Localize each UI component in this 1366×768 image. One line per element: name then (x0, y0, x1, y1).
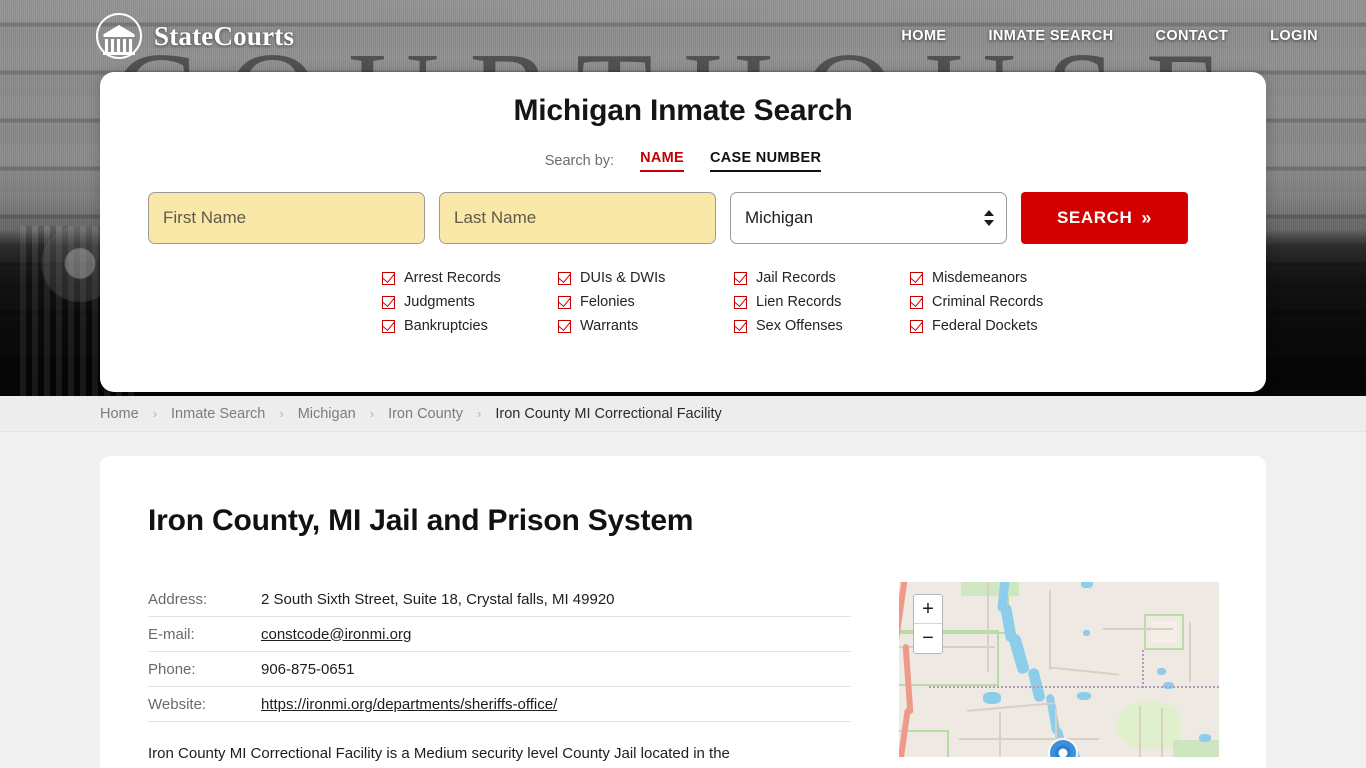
page-body: Iron County, MI Jail and Prison System A… (0, 432, 1366, 768)
state-select[interactable]: Michigan (730, 192, 1007, 244)
checkbox-item[interactable]: Sex Offenses (734, 314, 910, 338)
checkbox-label: Bankruptcies (404, 318, 488, 334)
facility-details-and-map: Address: 2 South Sixth Street, Suite 18,… (148, 582, 1219, 765)
checkbox-label: Lien Records (756, 294, 842, 310)
brand-name: StateCourts (154, 20, 295, 51)
nav-item-inmate-search[interactable]: INMATE SEARCH (989, 28, 1114, 44)
checked-box-icon (910, 319, 923, 333)
checkbox-item[interactable]: Warrants (558, 314, 734, 338)
nav-item-home[interactable]: HOME (901, 28, 946, 44)
checked-box-icon (558, 295, 571, 309)
main-nav: HOME INMATE SEARCH CONTACT LOGIN (901, 28, 1318, 44)
checkbox-label: Felonies (580, 294, 635, 310)
row-value-address: 2 South Sixth Street, Suite 18, Crystal … (261, 590, 615, 608)
checked-box-icon (558, 271, 571, 285)
breadcrumb-item-current: Iron County MI Correctional Facility (495, 405, 722, 422)
top-navigation-bar: StateCourts HOME INMATE SEARCH CONTACT L… (0, 0, 1366, 72)
row-label: E-mail: (148, 625, 195, 643)
search-by-label: Search by: (544, 153, 615, 169)
page-title: Iron County, MI Jail and Prison System (148, 504, 694, 537)
checked-box-icon (558, 319, 571, 333)
checked-box-icon (734, 319, 747, 333)
checked-box-icon (382, 271, 395, 285)
checkbox-label: DUIs & DWIs (580, 270, 666, 286)
checkbox-label: Sex Offenses (756, 318, 843, 334)
search-by-tabs: Search by: NAME CASE NUMBER (100, 150, 1266, 172)
last-name-input[interactable] (439, 192, 716, 244)
checkbox-item[interactable]: Misdemeanors (910, 266, 1086, 290)
checked-box-icon (382, 295, 395, 309)
checkbox-item[interactable]: Arrest Records (382, 266, 558, 290)
checkbox-item[interactable]: Lien Records (734, 290, 910, 314)
checkbox-label: Judgments (404, 294, 475, 310)
checkbox-item[interactable]: DUIs & DWIs (558, 266, 734, 290)
map-zoom-controls: + − (913, 594, 943, 654)
email-link[interactable]: constcode@ironmi.org (261, 626, 411, 643)
chevron-right-icon: › (279, 406, 284, 421)
chevron-updown-icon (984, 210, 994, 226)
search-form: Michigan SEARCH » (100, 192, 1266, 244)
brand-logo[interactable]: StateCourts (96, 13, 294, 59)
double-chevron-right-icon: » (1141, 207, 1152, 228)
state-select-value: Michigan (745, 208, 814, 227)
chevron-right-icon: › (477, 406, 482, 421)
search-card-title: Michigan Inmate Search (513, 94, 853, 127)
row-label: Phone: (148, 660, 196, 678)
breadcrumb: Home › Inmate Search › Michigan › Iron C… (0, 396, 1366, 432)
checkbox-item[interactable]: Jail Records (734, 266, 910, 290)
website-link[interactable]: https://ironmi.org/departments/sheriffs-… (261, 696, 557, 713)
facility-content-card: Iron County, MI Jail and Prison System A… (100, 456, 1266, 768)
first-name-input[interactable] (148, 192, 425, 244)
map-zoom-out-button[interactable]: − (914, 624, 942, 653)
row-value-email: constcode@ironmi.org (261, 626, 411, 643)
checkbox-item[interactable]: Bankruptcies (382, 314, 558, 338)
checkbox-label: Federal Dockets (932, 318, 1038, 334)
breadcrumb-item-inmate-search[interactable]: Inmate Search (171, 406, 265, 422)
facility-description: Iron County MI Correctional Facility is … (148, 745, 730, 762)
record-type-checklist: Arrest Records DUIs & DWIs Jail Records … (100, 266, 1266, 338)
checkbox-item[interactable]: Criminal Records (910, 290, 1086, 314)
row-value-website: https://ironmi.org/departments/sheriffs-… (261, 696, 557, 713)
checked-box-icon (734, 271, 747, 285)
inmate-search-card: Michigan Inmate Search Search by: NAME C… (100, 72, 1266, 392)
checked-box-icon (910, 271, 923, 285)
row-label: Address: (148, 590, 208, 608)
chevron-right-icon: › (369, 406, 375, 421)
checkbox-label: Misdemeanors (932, 270, 1028, 286)
courthouse-circle-icon (96, 13, 142, 59)
chevron-right-icon: › (152, 406, 158, 421)
checkbox-item[interactable]: Judgments (382, 290, 558, 314)
checkbox-label: Arrest Records (404, 270, 501, 286)
search-button-label: SEARCH (1056, 208, 1133, 227)
checkbox-item[interactable]: Federal Dockets (910, 314, 1086, 338)
tab-name[interactable]: NAME (640, 150, 684, 172)
tab-case-number[interactable]: CASE NUMBER (709, 150, 822, 172)
table-row: Website: https://ironmi.org/departments/… (148, 687, 851, 722)
table-row: E-mail: constcode@ironmi.org (148, 617, 851, 652)
checkbox-label: Jail Records (756, 270, 836, 286)
map-zoom-in-button[interactable]: + (914, 595, 942, 624)
row-value-phone: 906-875-0651 (261, 660, 355, 678)
checked-box-icon (910, 295, 923, 309)
checkbox-label: Warrants (580, 318, 639, 334)
map-tiles (899, 582, 1219, 757)
checkbox-item[interactable]: Felonies (558, 290, 734, 314)
facility-info-table: Address: 2 South Sixth Street, Suite 18,… (148, 582, 851, 765)
search-button[interactable]: SEARCH » (1021, 192, 1188, 244)
hero-header: COURTHOUSE StateCourts HOME INMATE SEARC… (0, 0, 1366, 396)
location-map[interactable]: + − (899, 582, 1219, 757)
breadcrumb-item-iron-county[interactable]: Iron County (388, 406, 463, 422)
breadcrumb-item-michigan[interactable]: Michigan (298, 406, 356, 422)
breadcrumb-item-home[interactable]: Home (100, 406, 139, 422)
row-label: Website: (148, 695, 207, 713)
checked-box-icon (382, 319, 395, 333)
nav-item-contact[interactable]: CONTACT (1155, 28, 1228, 44)
table-row: Phone: 906-875-0651 (148, 652, 851, 687)
checkbox-label: Criminal Records (932, 294, 1044, 310)
checked-box-icon (734, 295, 747, 309)
nav-item-login[interactable]: LOGIN (1270, 28, 1318, 44)
table-row: Address: 2 South Sixth Street, Suite 18,… (148, 582, 851, 617)
